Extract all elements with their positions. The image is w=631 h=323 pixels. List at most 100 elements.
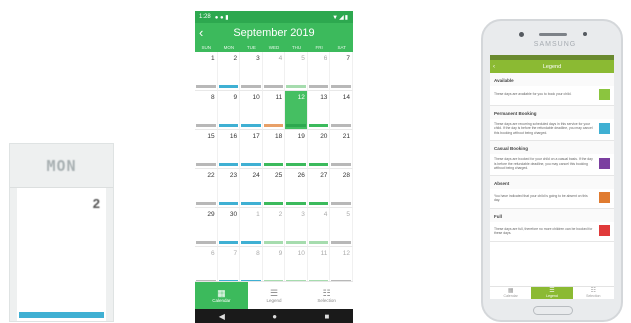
- status-bar: 1:28 ● ● ▮ ▼◢▮: [195, 11, 353, 23]
- day-number: 8: [210, 94, 215, 101]
- nav-item-label: Legend: [266, 298, 282, 303]
- day-number: 20: [320, 133, 328, 140]
- day-number: 12: [342, 250, 350, 257]
- day-number: 7: [346, 55, 350, 62]
- calendar-day[interactable]: 2: [217, 52, 241, 91]
- recents-icon[interactable]: ■: [324, 312, 329, 321]
- calendar-day[interactable]: 25: [262, 169, 286, 208]
- calendar-day[interactable]: 26: [285, 169, 308, 208]
- booking-status-bar: [263, 124, 284, 127]
- nav-item-selection[interactable]: ☷ Selection: [300, 282, 353, 309]
- speaker-grille: [539, 33, 567, 36]
- calendar-day[interactable]: 10: [240, 91, 263, 130]
- legend-screen: ‹ Legend Available These days are availab…: [490, 55, 614, 299]
- calendar-day[interactable]: 20: [307, 130, 331, 169]
- day-number: 10: [297, 250, 305, 257]
- cell-gutter-right: [106, 188, 113, 321]
- calendar-day[interactable]: 6: [307, 52, 331, 91]
- calendar-day[interactable]: 18: [262, 130, 286, 169]
- calendar-day[interactable]: 21: [330, 130, 353, 169]
- day-number: 4: [323, 211, 328, 218]
- booking-status-bar: [241, 85, 261, 88]
- calendar-day[interactable]: 19: [285, 130, 308, 169]
- front-camera-icon: [519, 32, 524, 37]
- weekday-fri: FRI: [315, 45, 323, 50]
- calendar-day[interactable]: 5: [330, 208, 353, 247]
- calendar-day[interactable]: 3: [240, 52, 263, 91]
- calendar-day[interactable]: 27: [307, 169, 331, 208]
- booking-status-bar: [286, 124, 306, 127]
- weekday-wed: WED: [268, 45, 280, 50]
- back-arrow-icon[interactable]: ‹: [199, 25, 203, 40]
- calendar-day[interactable]: 4: [307, 208, 331, 247]
- calendar-day[interactable]: 24: [240, 169, 263, 208]
- app-bar: ‹ September 2019: [195, 23, 353, 43]
- calendar-day[interactable]: 7: [330, 52, 353, 91]
- calendar-day[interactable]: 3: [285, 208, 308, 247]
- calendar-day[interactable]: 8: [195, 91, 218, 130]
- legend-color-swatch: [599, 89, 610, 100]
- weekday-mon: MON: [223, 45, 235, 50]
- nav-item-calendar[interactable]: ▦ Calendar: [195, 282, 248, 309]
- calendar-day-selected[interactable]: 12: [285, 91, 308, 130]
- weekday-sun: SUN: [201, 45, 212, 50]
- calendar-day[interactable]: 14: [330, 91, 353, 130]
- calendar-day[interactable]: 13: [307, 91, 331, 130]
- day-number: 30: [229, 211, 238, 218]
- home-icon[interactable]: ●: [272, 312, 277, 321]
- nav-item-legend[interactable]: ☰ Legend: [531, 287, 573, 299]
- selection-icon: ☷: [322, 288, 331, 298]
- calendar-day[interactable]: 16: [217, 130, 241, 169]
- booking-status-bar: [263, 241, 284, 244]
- cell-gutter-left: [10, 188, 17, 321]
- nav-item-label: Calendar: [212, 298, 231, 303]
- day-number: 3: [256, 55, 260, 62]
- calendar-day[interactable]: 1: [195, 52, 218, 91]
- day-number: 12: [297, 94, 305, 101]
- nav-item-legend[interactable]: ☰ Legend: [248, 282, 301, 309]
- booking-status-bar: [241, 241, 261, 244]
- calendar-day[interactable]: 15: [195, 130, 218, 169]
- calendar-day[interactable]: 9: [217, 91, 241, 130]
- legend-description: These days are booked for your child on …: [494, 157, 593, 171]
- weekday-row: SUN MON TUE WED THU FRI SAT: [195, 43, 353, 52]
- status-icons-left: ● ● ▮: [214, 14, 229, 21]
- calendar-day[interactable]: 5: [285, 52, 308, 91]
- day-number: 5: [301, 55, 305, 62]
- legend-heading: Casual Booking: [490, 141, 614, 155]
- legend-item-available: Available These days are available for yo…: [490, 73, 614, 106]
- legend-description: These days are recurring scheduled days …: [494, 122, 593, 135]
- day-number: 28: [342, 172, 350, 179]
- calendar-day[interactable]: 4: [262, 52, 286, 91]
- legend-icon: ☰: [269, 288, 279, 298]
- calendar-day[interactable]: 17: [240, 130, 263, 169]
- back-icon[interactable]: ◀: [219, 312, 225, 321]
- day-number: 13: [320, 94, 328, 101]
- calendar-day[interactable]: 22: [195, 169, 218, 208]
- nav-item-selection[interactable]: ☷ Selection: [573, 287, 614, 299]
- legend-item-permanent-booking: Permanent Booking These days are recurrin…: [490, 106, 614, 142]
- booking-status-bar: [241, 163, 261, 166]
- calendar-day[interactable]: 30: [217, 208, 241, 247]
- home-button[interactable]: [533, 306, 573, 315]
- calendar-day[interactable]: 2: [262, 208, 286, 247]
- calendar-day[interactable]: 28: [330, 169, 353, 208]
- day-number: 27: [320, 172, 328, 179]
- calendar-day[interactable]: 1: [240, 208, 263, 247]
- calendar-day[interactable]: 23: [217, 169, 241, 208]
- booking-status-bar: [218, 241, 239, 244]
- nav-item-calendar[interactable]: ▦ Calendar: [490, 287, 531, 299]
- legend-item-absent: Absent You have indicated that your child…: [490, 176, 614, 210]
- booking-status-bar: [196, 85, 216, 88]
- legend-description: You have indicated that your child is go…: [494, 193, 588, 202]
- weekday-header: MON: [10, 144, 113, 188]
- back-arrow-icon[interactable]: ‹: [493, 64, 495, 70]
- legend-heading: Permanent Booking: [490, 106, 614, 119]
- booking-status-bar: [286, 202, 306, 205]
- calendar-day[interactable]: 29: [195, 208, 218, 247]
- day-number: 11: [275, 94, 283, 101]
- status-time: 1:28: [199, 14, 211, 20]
- sensor-icon: [583, 32, 587, 36]
- day-number: 22: [207, 172, 215, 179]
- calendar-day[interactable]: 11: [262, 91, 286, 130]
